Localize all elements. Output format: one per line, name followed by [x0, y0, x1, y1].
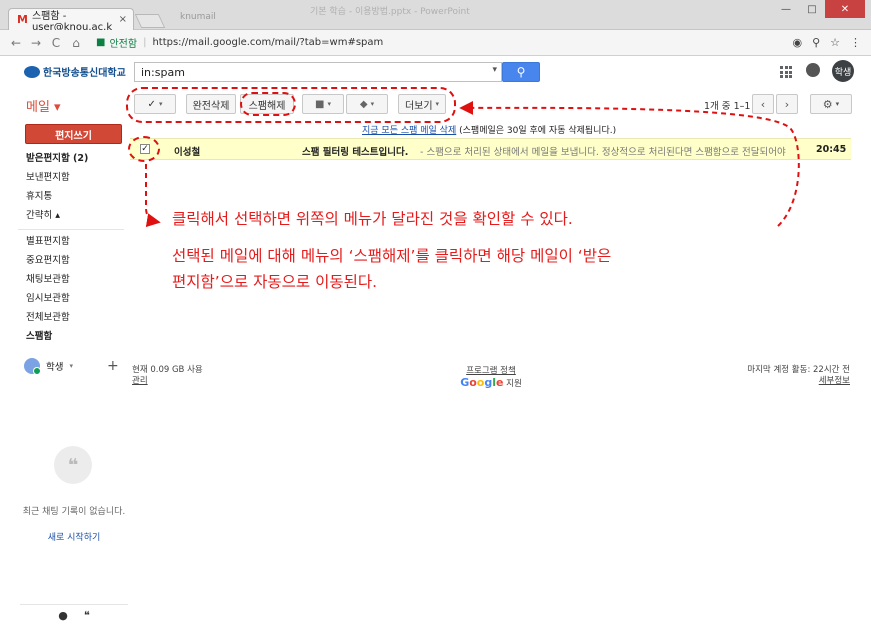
support-label[interactable]: 지원 — [506, 379, 522, 389]
details-link[interactable]: 세부정보 — [700, 376, 850, 387]
new-chat-plus-icon[interactable]: + — [107, 358, 119, 374]
delete-all-spam-link[interactable]: 지금 모든 스팸 메일 삭제 — [362, 126, 456, 136]
not-spam-highlight-box — [240, 92, 296, 116]
url-text[interactable]: https://mail.google.com/mail/?tab=wm#spa… — [152, 37, 383, 48]
spam-notice-text: (스팸메일은 30일 후에 자동 삭제됩니다.) — [459, 126, 617, 136]
sidebar-item-less[interactable]: 간략히 ▴ — [0, 207, 128, 225]
google-logo: Google — [460, 376, 504, 389]
next-page-button[interactable]: › — [776, 94, 798, 114]
footer-center: 프로그램 정책 Google 지원 — [460, 365, 522, 390]
start-chat-link[interactable]: 새로 시작하기 — [20, 530, 128, 543]
mail-subject: 스팸 필터링 테스트입니다. — [302, 147, 409, 158]
mail-snippet: - 스팸으로 처리된 상태에서 메일을 보냅니다. 정상적으로 처리된다면 스팸… — [420, 147, 788, 158]
browser-titlebar: M 스팸함 - user@knou.ac.k × 기본 학습 - 이용방법.pp… — [0, 0, 871, 33]
annotation-line-3: 편지함’으로 자동으로 이동된다. — [172, 273, 378, 291]
mail-time: 20:45 — [816, 144, 847, 155]
search-value: in:spam — [141, 66, 185, 79]
manage-link[interactable]: 관리 — [132, 376, 203, 387]
search-input[interactable]: in:spam ▾ — [134, 62, 502, 82]
chat-user[interactable]: 학생 ▾ — [24, 358, 73, 375]
forward-icon[interactable]: → — [28, 36, 44, 50]
settings-button[interactable]: ⚙ ▾ — [810, 94, 852, 114]
sidebar-divider — [18, 229, 124, 230]
university-logo[interactable]: 한국방송통신대학교 — [24, 64, 126, 79]
faint-window-title: 기본 학습 - 이용방법.pptx - PowerPoint — [310, 7, 470, 17]
home-icon[interactable]: ⌂ — [68, 36, 84, 50]
sidebar-item-chats[interactable]: 채팅보관함 — [0, 271, 128, 289]
last-activity: 마지막 계정 활동: 22시간 전 세부정보 — [700, 365, 850, 387]
arrow-to-first-text — [145, 164, 161, 228]
checkbox-highlight-circle — [128, 136, 160, 162]
search-icon: ⚲ — [516, 65, 526, 79]
lock-icon: ■ — [96, 37, 106, 48]
gmail-icon: M — [17, 13, 28, 26]
sidebar-item-all-mail[interactable]: 전체보관함 — [0, 309, 128, 327]
page-count: 1개 중 1–1 — [704, 101, 751, 112]
sidebar-item-starred[interactable]: 별표편지함 — [0, 233, 128, 251]
hangouts-quote-icon: ❝ — [54, 446, 92, 484]
url-separator: | — [143, 37, 147, 48]
gear-icon: ⚙ — [822, 97, 833, 111]
key-icon[interactable]: ⚲ — [812, 36, 820, 49]
browser-menu-icon[interactable]: ⋮ — [850, 36, 861, 49]
university-seal-icon — [24, 65, 40, 78]
window-controls: — □ ✕ — [773, 0, 865, 18]
chat-bottom-bar: ● ❝ — [20, 604, 128, 626]
notifications-icon[interactable] — [806, 63, 820, 77]
google-support: Google 지원 — [460, 377, 522, 390]
chevron-down-icon: ▾ — [69, 362, 73, 370]
view-icon[interactable]: ◉ — [792, 36, 802, 49]
faint-user: knumail — [180, 12, 216, 22]
tab-title: 스팸함 - user@knou.ac.k — [31, 10, 113, 33]
logo-text: 한국방송통신대학교 — [43, 68, 126, 79]
back-icon[interactable]: ← — [8, 36, 24, 50]
search-options-icon[interactable]: ▾ — [492, 65, 497, 75]
chevron-down-icon: ▾ — [835, 100, 840, 108]
annotation-line-1: 클릭해서 선택하면 위쪽의 메뉴가 달라진 것을 확인할 수 있다. — [172, 210, 573, 228]
no-chat-text: 최근 채팅 기록이 없습니다. — [22, 507, 126, 517]
sidebar-item-important[interactable]: 중요편지함 — [0, 252, 128, 270]
compose-button[interactable]: 편지쓰기 — [25, 124, 122, 144]
last-activity-text: 마지막 계정 활동: 22시간 전 — [747, 365, 850, 375]
maximize-button[interactable]: □ — [799, 0, 825, 18]
contacts-person-icon[interactable]: ● — [58, 609, 68, 622]
tab-close-icon[interactable]: × — [119, 14, 127, 25]
sidebar-item-drafts[interactable]: 임시보관함 — [0, 290, 128, 308]
sidebar-item-spam[interactable]: 스팸함 — [0, 328, 128, 346]
minimize-button[interactable]: — — [773, 0, 799, 18]
address-bar: ← → C ⌂ ■ 안전함 | https://mail.google.com/… — [0, 30, 871, 56]
mail-row[interactable]: ✓ 이성철 스팸 필터링 테스트입니다. - 스팸으로 처리된 상태에서 메일을… — [130, 138, 851, 160]
reload-icon[interactable]: C — [48, 36, 64, 50]
sidebar-item-sent[interactable]: 보낸편지함 — [0, 169, 128, 187]
sidebar-item-inbox[interactable]: 받은편지함 (2) — [0, 150, 128, 168]
apps-grid-icon[interactable] — [780, 66, 792, 78]
annotation-line-2: 선택된 메일에 대해 메뉴의 ‘스팸해제’를 클릭하면 해당 메일이 ‘받은 — [172, 247, 612, 265]
browser-tab[interactable]: M 스팸함 - user@knou.ac.k × — [8, 8, 134, 33]
chat-user-name: 학생 — [46, 362, 64, 373]
close-window-button[interactable]: ✕ — [825, 0, 865, 18]
address-actions: ◉ ⚲ ☆ ⋮ — [792, 36, 861, 49]
new-tab-button[interactable] — [134, 14, 166, 28]
mail-sender: 이성철 — [174, 147, 201, 158]
sidebar-item-trash[interactable]: 휴지통 — [0, 188, 128, 206]
mail-app-menu[interactable]: 메일 ▾ — [26, 96, 61, 115]
hangouts-icon[interactable]: ❝ — [84, 609, 90, 622]
storage-usage: 현재 0.09 GB 사용 관리 — [132, 365, 203, 387]
user-avatar-icon — [24, 358, 41, 375]
spam-notice: 지금 모든 스팸 메일 삭제 (스팸메일은 30일 후에 자동 삭제됩니다.) — [362, 123, 616, 136]
search-button[interactable]: ⚲ — [502, 62, 540, 82]
previous-page-button[interactable]: ‹ — [752, 94, 774, 114]
secure-label: 안전함 — [109, 39, 138, 50]
account-avatar[interactable]: 학생 — [832, 60, 854, 82]
bookmark-star-icon[interactable]: ☆ — [830, 36, 840, 49]
usage-text: 현재 0.09 GB 사용 — [132, 365, 203, 375]
